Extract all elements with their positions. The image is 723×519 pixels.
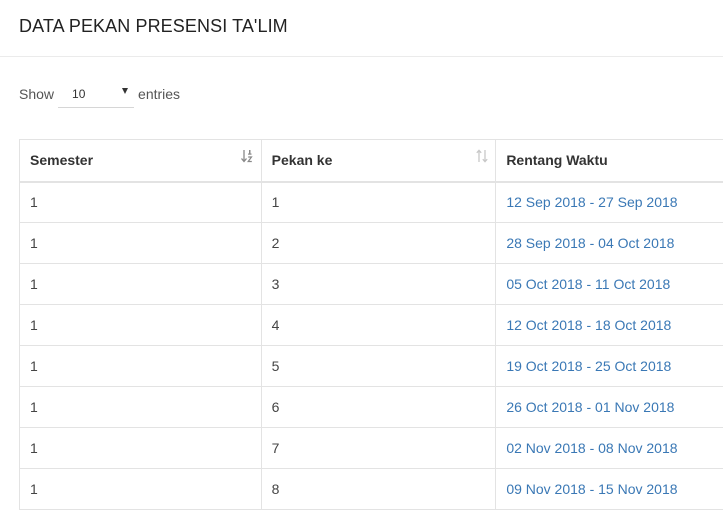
table-row: 1 5 19 Oct 2018 - 25 Oct 2018 [20, 346, 723, 387]
cell-rentang-link[interactable]: 09 Nov 2018 - 15 Nov 2018 [496, 469, 723, 510]
presensi-table: Semester Pekan ke Rent [19, 139, 723, 510]
chevron-down-icon [122, 88, 128, 94]
cell-semester: 1 [20, 264, 262, 305]
presensi-table-wrapper: Semester Pekan ke Rent [19, 139, 723, 519]
cell-rentang-link[interactable]: 12 Sep 2018 - 27 Sep 2018 [496, 182, 723, 223]
cell-pekan: 2 [261, 223, 496, 264]
table-row: 1 6 26 Oct 2018 - 01 Nov 2018 [20, 387, 723, 428]
entries-per-page-select[interactable]: 10 [58, 80, 134, 108]
table-row: 1 7 02 Nov 2018 - 08 Nov 2018 [20, 428, 723, 469]
cell-pekan: 8 [261, 469, 496, 510]
page-title: DATA PEKAN PRESENSI TA'LIM [19, 16, 288, 37]
cell-pekan: 5 [261, 346, 496, 387]
column-header-pekan-label: Pekan ke [272, 152, 333, 168]
table-row: 1 2 28 Sep 2018 - 04 Oct 2018 [20, 223, 723, 264]
cell-semester: 1 [20, 469, 262, 510]
cell-rentang-link[interactable]: 26 Oct 2018 - 01 Nov 2018 [496, 387, 723, 428]
cell-semester: 1 [20, 305, 262, 346]
entries-length-control: Show 10 entries [19, 80, 180, 108]
sort-both-icon [475, 149, 489, 163]
column-header-semester[interactable]: Semester [20, 140, 262, 182]
column-header-rentang-label: Rentang Waktu [506, 152, 607, 168]
cell-rentang-link[interactable]: 28 Sep 2018 - 04 Oct 2018 [496, 223, 723, 264]
sort-numeric-asc-icon [241, 149, 255, 163]
column-header-rentang[interactable]: Rentang Waktu [496, 140, 723, 182]
cell-semester: 1 [20, 223, 262, 264]
cell-rentang-link[interactable]: 02 Nov 2018 - 08 Nov 2018 [496, 428, 723, 469]
entries-per-page-value: 10 [72, 87, 85, 101]
cell-semester: 1 [20, 182, 262, 223]
cell-rentang-link[interactable]: 05 Oct 2018 - 11 Oct 2018 [496, 264, 723, 305]
column-header-pekan[interactable]: Pekan ke [261, 140, 496, 182]
cell-rentang-link[interactable]: 19 Oct 2018 - 25 Oct 2018 [496, 346, 723, 387]
cell-semester: 1 [20, 387, 262, 428]
cell-semester: 1 [20, 346, 262, 387]
table-header-row: Semester Pekan ke Rent [20, 140, 723, 182]
table-row: 1 4 12 Oct 2018 - 18 Oct 2018 [20, 305, 723, 346]
cell-pekan: 4 [261, 305, 496, 346]
cell-rentang-link[interactable]: 12 Oct 2018 - 18 Oct 2018 [496, 305, 723, 346]
table-row: 1 1 12 Sep 2018 - 27 Sep 2018 [20, 182, 723, 223]
table-row: 1 3 05 Oct 2018 - 11 Oct 2018 [20, 264, 723, 305]
column-header-semester-label: Semester [30, 152, 93, 168]
table-row: 1 8 09 Nov 2018 - 15 Nov 2018 [20, 469, 723, 510]
cell-pekan: 3 [261, 264, 496, 305]
cell-pekan: 1 [261, 182, 496, 223]
card-header: DATA PEKAN PRESENSI TA'LIM [0, 0, 723, 57]
cell-pekan: 6 [261, 387, 496, 428]
entries-label: entries [138, 86, 180, 102]
cell-pekan: 7 [261, 428, 496, 469]
show-label: Show [19, 86, 54, 102]
cell-semester: 1 [20, 428, 262, 469]
